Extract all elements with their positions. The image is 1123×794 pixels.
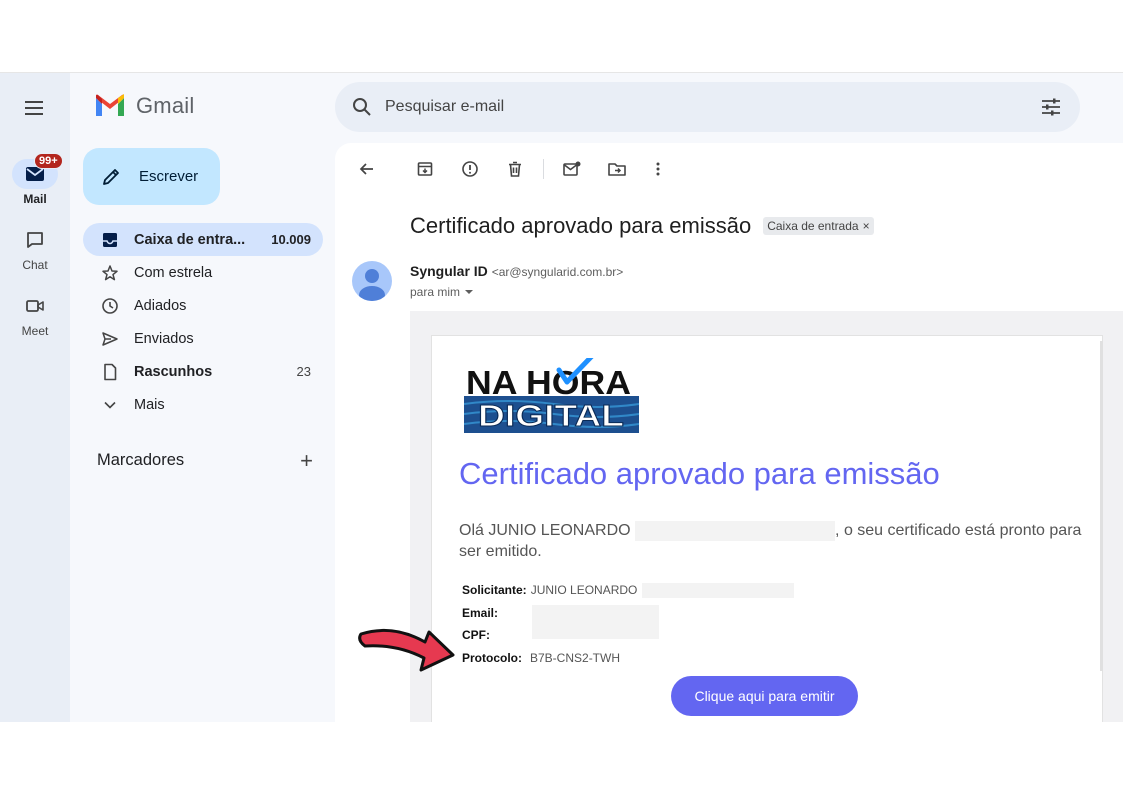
search-input[interactable]: [385, 98, 985, 116]
greeting-start: Olá JUNIO LEONARDO: [459, 522, 631, 539]
recipient-label: para mim: [410, 285, 461, 299]
arrow-left-icon: [359, 163, 373, 175]
toolbar-divider: [543, 159, 544, 179]
nav-more[interactable]: Mais: [70, 388, 323, 421]
sender-email: <ar@syngularid.com.br>: [491, 265, 624, 279]
gmail-m-icon: [96, 94, 124, 116]
greeting-paragraph: Olá JUNIO LEONARDO , o seu certificado e…: [459, 520, 1104, 562]
brand-line-2: DIGITAL: [478, 398, 624, 433]
sender-avatar[interactable]: [352, 261, 392, 301]
rail-mail[interactable]: 99+ Mail: [0, 153, 70, 206]
email-card: NA HORA DIGITAL Certificado aprovado par…: [431, 335, 1103, 722]
recipient-details[interactable]: para mim: [410, 285, 474, 299]
cpf-label: CPF:: [462, 628, 490, 643]
nav-drafts[interactable]: Rascunhos 23: [70, 355, 323, 388]
folder-move-icon: [608, 163, 626, 176]
move-to-button[interactable]: [603, 155, 631, 183]
message-toolbar: [353, 155, 672, 183]
labels-heading: Marcadores: [97, 451, 185, 469]
red-arrow-icon: [358, 628, 455, 672]
nav-drafts-label: Rascunhos: [134, 363, 213, 380]
compose-button[interactable]: Escrever: [83, 148, 220, 205]
add-label-button[interactable]: +: [300, 449, 313, 471]
protocolo-value: B7B-CNS2-TWH: [530, 650, 621, 665]
search-bar: [335, 82, 1080, 132]
folder-chip[interactable]: Caixa de entrada ×: [763, 217, 874, 235]
drafts-count: 23: [296, 364, 311, 379]
sidebar: Gmail Escrever Caixa de entra... 10.009 …: [70, 73, 335, 722]
request-details: Solicitante: JUNIO LEONARDO Email: CPF: …: [462, 579, 795, 670]
nav-sent[interactable]: Enviados: [70, 322, 323, 355]
labels-section: Marcadores +: [97, 449, 313, 471]
trash-icon: [509, 161, 521, 177]
person-icon: [359, 269, 385, 301]
rail-chat-label: Chat: [22, 258, 48, 272]
nav-snoozed-label: Adiados: [134, 297, 187, 314]
more-actions-button[interactable]: [644, 155, 672, 183]
message-subject: Certificado aprovado para emissão: [410, 213, 752, 238]
remove-label-icon[interactable]: ×: [863, 219, 870, 233]
nav-starred-label: Com estrela: [134, 264, 213, 281]
draft-file-icon: [104, 363, 117, 380]
video-camera-icon: [26, 300, 44, 312]
redacted-email-cpf: [532, 605, 659, 639]
nav-inbox[interactable]: Caixa de entra... 10.009: [83, 223, 323, 256]
nav-snoozed[interactable]: Adiados: [70, 289, 323, 322]
compose-label: Escrever: [139, 168, 199, 185]
inbox-count: 10.009: [271, 232, 311, 247]
field-solicitante: Solicitante: JUNIO LEONARDO: [462, 579, 795, 602]
rail-meet[interactable]: Meet: [0, 291, 70, 338]
sender-info: Syngular ID <ar@syngularid.com.br>: [410, 263, 623, 279]
email-scrollbar[interactable]: [1100, 341, 1103, 671]
gmail-logo[interactable]: Gmail: [94, 93, 194, 119]
field-protocolo: Protocolo: B7B-CNS2-TWH: [462, 647, 794, 670]
star-icon: [102, 264, 118, 280]
redacted-surname: [635, 520, 836, 541]
chevron-down-icon: [104, 401, 116, 409]
unread-badge: 99+: [34, 153, 63, 169]
protocolo-label: Protocolo:: [462, 650, 522, 665]
mark-unread-button[interactable]: [558, 155, 586, 183]
back-button[interactable]: [353, 155, 381, 183]
search-options-icon[interactable]: [1040, 96, 1062, 118]
send-icon: [102, 331, 118, 346]
brand-line-1: NA HORA: [466, 364, 631, 401]
solicitante-label: Solicitante:: [462, 583, 527, 598]
pencil-icon: [103, 168, 119, 185]
subject-row: Certificado aprovado para emissão Caixa …: [410, 213, 874, 239]
brand-logo: NA HORA DIGITAL: [464, 358, 640, 434]
report-spam-button[interactable]: [456, 155, 484, 183]
redacted-solicitante: [642, 582, 795, 598]
archive-button[interactable]: [411, 155, 439, 183]
folder-nav: Caixa de entra... 10.009 Com estrela Adi…: [70, 223, 335, 421]
email-label: Email:: [462, 605, 499, 620]
app-name: Gmail: [136, 93, 195, 118]
sender-name[interactable]: Syngular ID: [410, 263, 488, 279]
emit-certificate-button[interactable]: Clique aqui para emitir: [671, 676, 858, 716]
mark-unread-icon: [563, 161, 581, 176]
main-menu-icon[interactable]: [22, 97, 48, 119]
delete-button[interactable]: [501, 155, 529, 183]
archive-icon: [417, 162, 433, 176]
solicitante-value: JUNIO LEONARDO: [530, 583, 638, 598]
rail-mail-label: Mail: [23, 192, 47, 206]
nav-sent-label: Enviados: [134, 330, 194, 347]
rail-meet-label: Meet: [21, 324, 49, 338]
clock-icon: [102, 297, 118, 314]
email-title: Certificado aprovado para emissão: [459, 456, 940, 491]
alert-icon: [462, 161, 478, 177]
search-icon[interactable]: [351, 96, 373, 118]
nav-inbox-label: Caixa de entra...: [134, 231, 246, 248]
gmail-window: 99+ Mail Chat Meet Gmail Escrever Caixa …: [0, 72, 1123, 722]
chat-icon: [27, 232, 43, 248]
app-rail: 99+ Mail Chat Meet: [0, 73, 70, 722]
caret-down-icon: [465, 290, 474, 294]
rail-chat[interactable]: Chat: [0, 225, 70, 272]
more-vert-icon: [656, 162, 660, 176]
inbox-icon: [103, 232, 117, 247]
folder-chip-label: Caixa de entrada: [767, 219, 859, 233]
nav-starred[interactable]: Com estrela: [70, 256, 323, 289]
nav-more-label: Mais: [134, 396, 165, 413]
